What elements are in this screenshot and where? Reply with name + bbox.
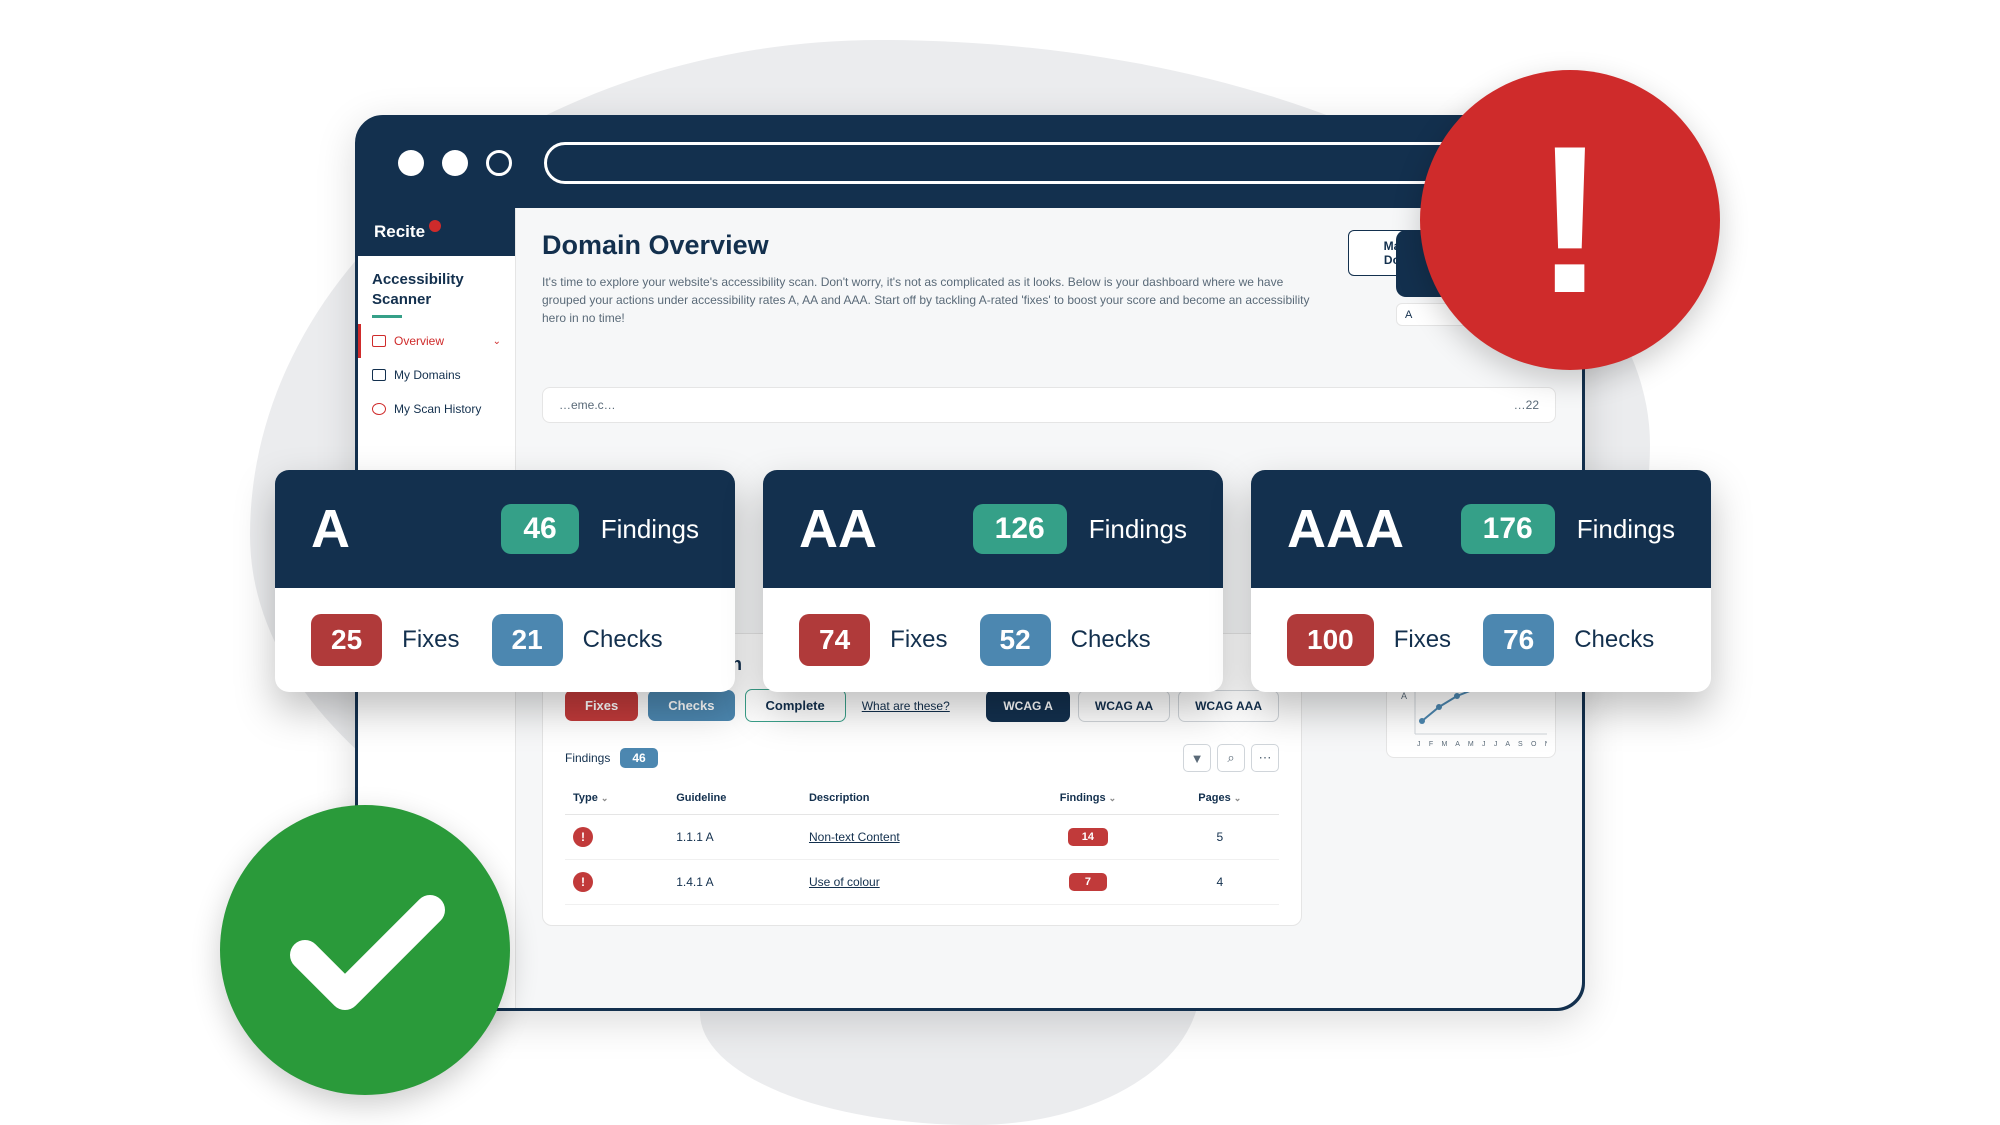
sidebar-item-history[interactable]: My Scan History [358, 392, 515, 426]
findings-count-row: Findings 46 ▼ ⌕ ⋯ [565, 744, 1279, 772]
cell-findings-badge: 7 [1069, 873, 1107, 891]
tab-fixes[interactable]: Fixes [565, 690, 638, 721]
overview-icon [372, 335, 386, 347]
success-badge [220, 805, 510, 1095]
summary-level: A [311, 498, 479, 560]
score-level-label: A [1405, 309, 1412, 321]
summary-checks-label: Checks [583, 626, 663, 654]
what-are-these-link[interactable]: What are these? [862, 699, 950, 713]
wcag-aa-button[interactable]: WCAG AA [1078, 690, 1170, 722]
error-icon: ! [573, 827, 593, 847]
table-toolbar: ▼ ⌕ ⋯ [1183, 744, 1279, 772]
alert-badge: ! [1420, 70, 1720, 370]
chart-y-label: A [1401, 691, 1407, 701]
summary-findings-label: Findings [1089, 514, 1187, 545]
sidebar-item-label: My Scan History [394, 402, 481, 416]
summary-fixes-count: 100 [1287, 614, 1374, 666]
summary-findings-label: Findings [601, 514, 699, 545]
summary-fixes-label: Fixes [402, 626, 459, 654]
summary-cards-row: A 46 Findings 25 Fixes 21 Checks AA 126 … [275, 470, 1711, 692]
summary-card-body: 100 Fixes 76 Checks [1251, 588, 1711, 692]
col-type[interactable]: Type⌄ [565, 782, 668, 815]
cell-description-link[interactable]: Non-text Content [809, 830, 900, 844]
browser-title-bar [358, 118, 1582, 208]
brand-logo: Recite [358, 208, 515, 256]
date-fragment: …22 [1514, 398, 1539, 412]
tab-checks[interactable]: Checks [648, 690, 734, 721]
summary-card-head: A 46 Findings [275, 470, 735, 588]
window-dot[interactable] [398, 150, 424, 176]
findings-filter-row: Fixes Checks Complete What are these? WC… [565, 689, 1279, 722]
summary-level: AAA [1287, 498, 1439, 560]
domains-icon [372, 369, 386, 381]
summary-fixes-count: 74 [799, 614, 870, 666]
findings-table: Type⌄ Guideline Description Findings⌄ Pa… [565, 782, 1279, 905]
cell-pages: 4 [1161, 860, 1279, 905]
history-icon [372, 403, 386, 415]
summary-checks-label: Checks [1071, 626, 1151, 654]
summary-card-head: AAA 176 Findings [1251, 470, 1711, 588]
cell-findings-badge: 14 [1068, 828, 1108, 846]
brand-dot-icon [429, 220, 441, 232]
sidebar-item-label: Overview [394, 334, 444, 348]
summary-card-body: 25 Fixes 21 Checks [275, 588, 735, 692]
page-title: Domain Overview [542, 230, 1328, 261]
summary-findings-label: Findings [1577, 514, 1675, 545]
col-description[interactable]: Description [801, 782, 1015, 815]
url-bar[interactable] [544, 142, 1542, 184]
summary-card-a: A 46 Findings 25 Fixes 21 Checks [275, 470, 735, 692]
summary-fixes-label: Fixes [890, 626, 947, 654]
wcag-aaa-button[interactable]: WCAG AAA [1178, 690, 1279, 722]
summary-checks-count: 21 [492, 614, 563, 666]
findings-count-badge: 46 [620, 748, 657, 768]
chevron-down-icon: ⌄ [493, 336, 501, 347]
cell-description-link[interactable]: Use of colour [809, 875, 880, 889]
checkmark-icon [280, 880, 450, 1020]
summary-card-aaa: AAA 176 Findings 100 Fixes 76 Checks [1251, 470, 1711, 692]
sidebar-title: Accessibility Scanner [358, 256, 515, 324]
error-icon: ! [573, 872, 593, 892]
domain-fragment: …eme.c… [559, 398, 616, 412]
col-findings[interactable]: Findings⌄ [1015, 782, 1160, 815]
exclamation-icon: ! [1535, 115, 1605, 325]
chart-x-labels: J F M A M J J A S O N D [1417, 741, 1547, 748]
col-pages[interactable]: Pages⌄ [1161, 782, 1279, 815]
summary-checks-count: 76 [1483, 614, 1554, 666]
filter-icon[interactable]: ▼ [1183, 744, 1211, 772]
summary-fixes-count: 25 [311, 614, 382, 666]
summary-fixes-label: Fixes [1394, 626, 1451, 654]
tab-complete[interactable]: Complete [745, 689, 846, 722]
brand-text: Recite [374, 222, 425, 242]
summary-checks-label: Checks [1574, 626, 1654, 654]
findings-count-label: Findings [565, 751, 610, 765]
summary-checks-count: 52 [980, 614, 1051, 666]
summary-findings-count: 176 [1461, 504, 1555, 554]
window-dot[interactable] [442, 150, 468, 176]
summary-card-head: AA 126 Findings [763, 470, 1223, 588]
summary-findings-count: 46 [501, 504, 578, 554]
cell-guideline: 1.1.1 A [668, 815, 801, 860]
cell-pages: 5 [1161, 815, 1279, 860]
summary-card-aa: AA 126 Findings 74 Fixes 52 Checks [763, 470, 1223, 692]
summary-findings-count: 126 [973, 504, 1067, 554]
window-dot[interactable] [486, 150, 512, 176]
intro-text: It's time to explore your website's acce… [542, 273, 1328, 327]
sidebar-item-label: My Domains [394, 368, 461, 382]
more-icon[interactable]: ⋯ [1251, 744, 1279, 772]
summary-card-body: 74 Fixes 52 Checks [763, 588, 1223, 692]
wcag-a-button[interactable]: WCAG A [986, 690, 1070, 722]
window-controls [398, 150, 512, 176]
sidebar-item-overview[interactable]: Overview ⌄ [358, 324, 515, 358]
table-row[interactable]: ! 1.1.1 A Non-text Content 14 5 [565, 815, 1279, 860]
summary-level: AA [799, 498, 951, 560]
cell-guideline: 1.4.1 A [668, 860, 801, 905]
search-icon[interactable]: ⌕ [1217, 744, 1245, 772]
table-row[interactable]: ! 1.4.1 A Use of colour 7 4 [565, 860, 1279, 905]
domain-info-strip: …eme.c… …22 [542, 387, 1556, 423]
wcag-filter-group: WCAG A WCAG AA WCAG AAA [986, 690, 1279, 722]
col-guideline[interactable]: Guideline [668, 782, 801, 815]
sidebar-item-domains[interactable]: My Domains [358, 358, 515, 392]
